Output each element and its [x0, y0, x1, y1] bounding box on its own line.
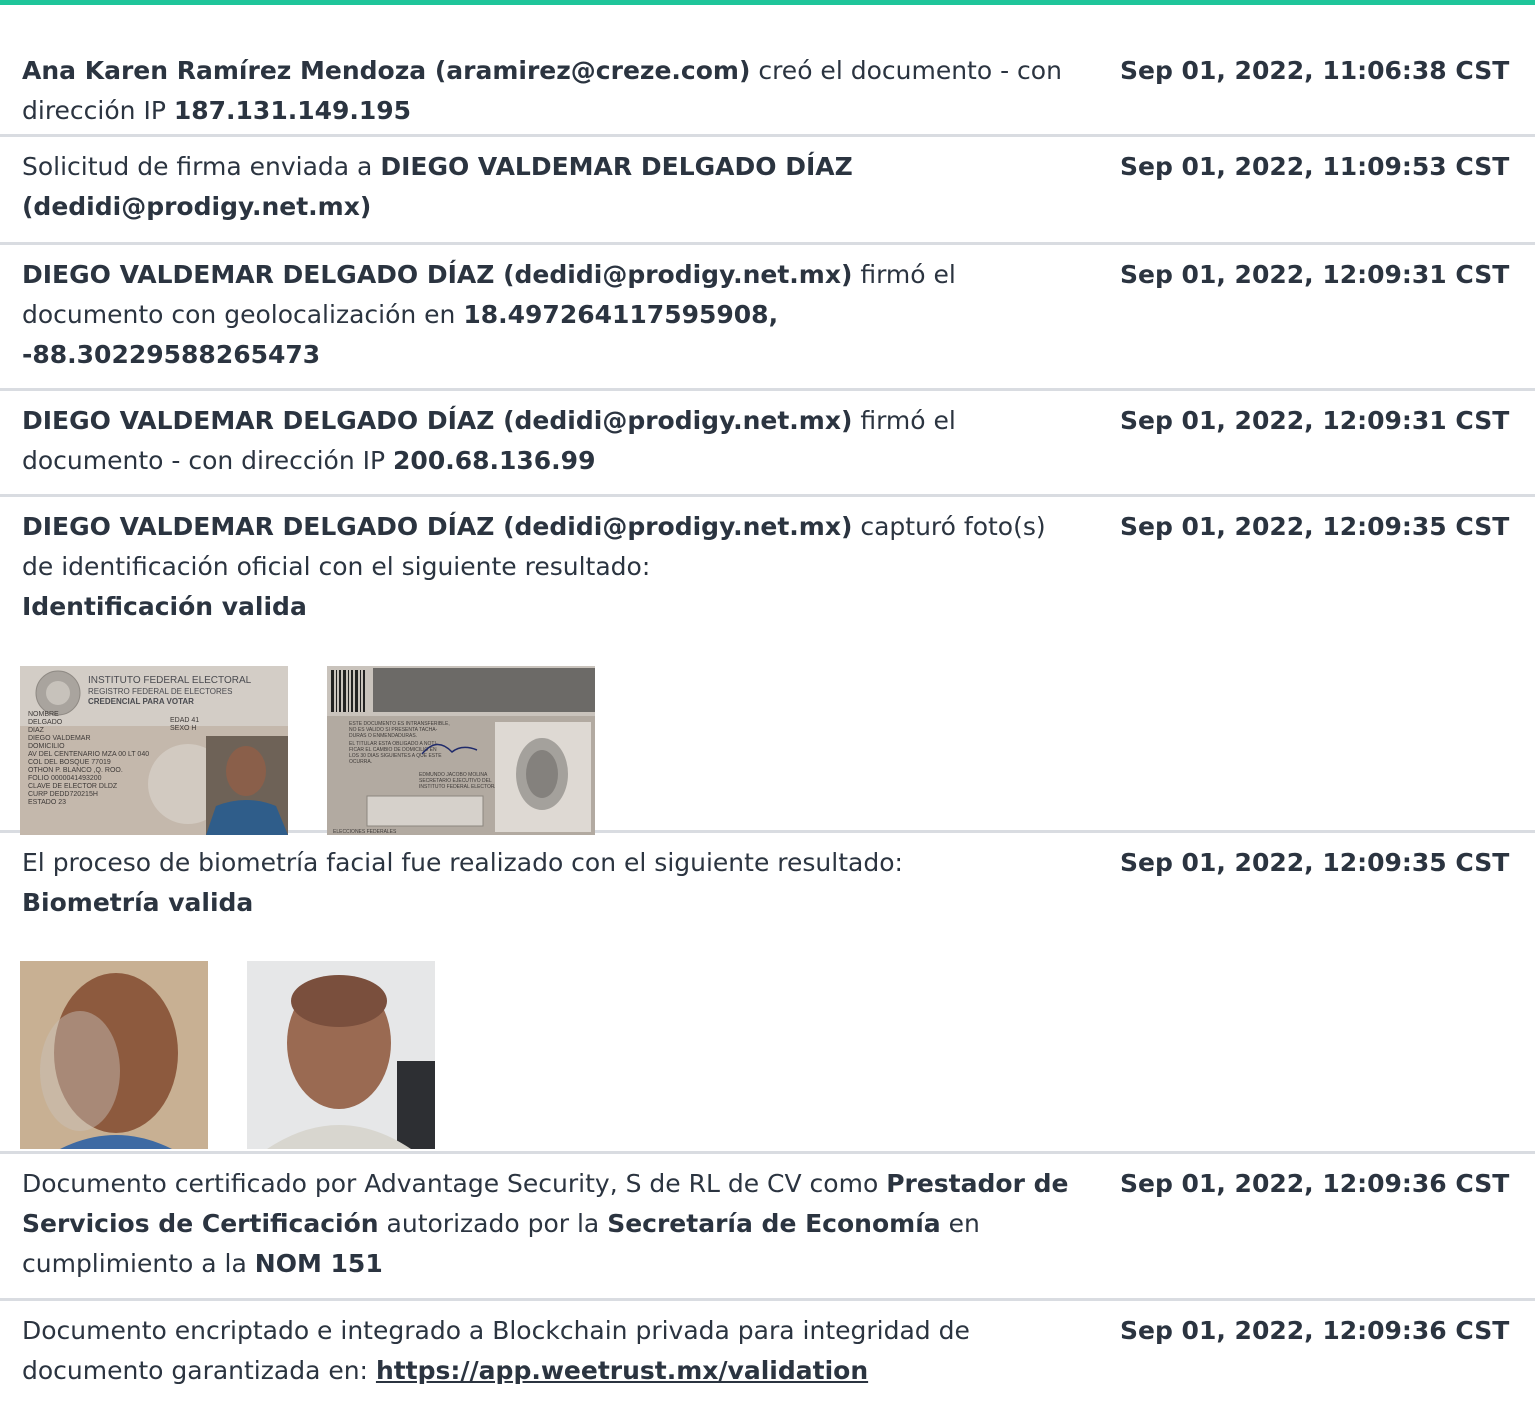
svg-text:INSTITUTO FEDERAL ELECTORAL: INSTITUTO FEDERAL ELECTORAL [419, 784, 501, 790]
authority: Secretaría de Economía [607, 1209, 941, 1238]
svg-text:SEXO H: SEXO H [170, 725, 196, 732]
id-front-photo: INSTITUTO FEDERAL ELECTORAL REGISTRO FED… [20, 666, 288, 835]
log-entry: El proceso de biometría facial fue reali… [0, 833, 1535, 1154]
id-title-1: INSTITUTO FEDERAL ELECTORAL [88, 675, 252, 686]
svg-text:ESTADO 23: ESTADO 23 [28, 799, 66, 806]
log-entry: Documento encriptado e integrado a Block… [0, 1301, 1535, 1405]
svg-text:DURAS O ENMENDADURAS.: DURAS O ENMENDADURAS. [349, 733, 417, 739]
entry-timestamp: Sep 01, 2022, 11:06:38 CST [1120, 56, 1510, 85]
entry-timestamp: Sep 01, 2022, 12:09:31 CST [1120, 406, 1510, 435]
svg-text:OTHON P. BLANCO ,Q. ROO.: OTHON P. BLANCO ,Q. ROO. [28, 767, 123, 774]
entry-text: DIEGO VALDEMAR DELGADO DÍAZ (dedidi@prod… [22, 255, 982, 375]
actor: Ana Karen Ramírez Mendoza (aramirez@crez… [22, 56, 751, 85]
log-entry: Solicitud de firma enviada a DIEGO VALDE… [0, 137, 1535, 245]
svg-text:CURP DEDD720215H: CURP DEDD720215H [28, 791, 98, 798]
norm: NOM 151 [254, 1249, 383, 1278]
top-accent-bar [0, 0, 1535, 5]
svg-text:DIEGO VALDEMAR: DIEGO VALDEMAR [28, 735, 91, 742]
audit-log: Ana Karen Ramírez Mendoza (aramirez@crez… [0, 41, 1535, 1405]
entry-timestamp: Sep 01, 2022, 12:09:35 CST [1120, 512, 1510, 541]
entry-timestamp: Sep 01, 2022, 12:09:35 CST [1120, 848, 1510, 877]
entry-text: Documento encriptado e integrado a Block… [22, 1311, 1022, 1391]
svg-text:EDAD 41: EDAD 41 [170, 717, 199, 724]
entry-text: DIEGO VALDEMAR DELGADO DÍAZ (dedidi@prod… [22, 507, 1082, 627]
entry-timestamp: Sep 01, 2022, 12:09:36 CST [1120, 1316, 1510, 1345]
entry-text: Solicitud de firma enviada a DIEGO VALDE… [22, 147, 922, 227]
log-entry: DIEGO VALDEMAR DELGADO DÍAZ (dedidi@prod… [0, 245, 1535, 391]
signer: DIEGO VALDEMAR DELGADO DÍAZ (dedidi@prod… [22, 512, 853, 541]
action-text: Documento certificado por Advantage Secu… [22, 1169, 887, 1198]
action-text: autorizado por la [378, 1209, 608, 1238]
svg-text:COL DEL BOSQUE 77019: COL DEL BOSQUE 77019 [28, 759, 111, 766]
log-entry: Ana Karen Ramírez Mendoza (aramirez@crez… [0, 41, 1535, 137]
svg-text:OCURRA.: OCURRA. [349, 759, 372, 765]
log-entry: Documento certificado por Advantage Secu… [0, 1154, 1535, 1301]
validation-link[interactable]: https://app.weetrust.mx/validation [376, 1356, 868, 1385]
id-title-3: CREDENCIAL PARA VOTAR [88, 697, 194, 706]
entry-text: Documento certificado por Advantage Secu… [22, 1164, 1082, 1284]
entry-timestamp: Sep 01, 2022, 11:09:53 CST [1120, 152, 1510, 181]
svg-text:DOMICILIO: DOMICILIO [28, 743, 65, 750]
entry-text: El proceso de biometría facial fue reali… [22, 843, 1092, 923]
svg-text:DELGADO: DELGADO [28, 719, 63, 726]
signer: DIEGO VALDEMAR DELGADO DÍAZ (dedidi@prod… [22, 260, 853, 289]
entry-text: DIEGO VALDEMAR DELGADO DÍAZ (dedidi@prod… [22, 401, 982, 481]
svg-text:FOLIO 0000041493200: FOLIO 0000041493200 [28, 775, 102, 782]
ip-address: 200.68.136.99 [393, 446, 596, 475]
log-entry: DIEGO VALDEMAR DELGADO DÍAZ (dedidi@prod… [0, 497, 1535, 835]
svg-text:DIAZ: DIAZ [28, 727, 45, 734]
id-result: Identificación valida [22, 592, 307, 621]
log-entry: DIEGO VALDEMAR DELGADO DÍAZ (dedidi@prod… [0, 391, 1535, 497]
signer: DIEGO VALDEMAR DELGADO DÍAZ (dedidi@prod… [22, 406, 853, 435]
id-face-crop-photo [20, 961, 208, 1149]
id-title-2: REGISTRO FEDERAL DE ELECTORES [88, 687, 232, 696]
action-text: El proceso de biometría facial fue reali… [22, 848, 903, 877]
action-text: Solicitud de firma enviada a [22, 152, 381, 181]
svg-text:AV DEL CENTENARIO MZA 00 LT 04: AV DEL CENTENARIO MZA 00 LT 040 [28, 751, 149, 758]
ip-address: 187.131.149.195 [173, 96, 412, 125]
selfie-photo [247, 961, 435, 1149]
entry-timestamp: Sep 01, 2022, 12:09:31 CST [1120, 260, 1510, 289]
svg-text:CLAVE DE ELECTOR DLDZ: CLAVE DE ELECTOR DLDZ [28, 783, 118, 790]
id-back-photo: ESTE DOCUMENTO ES INTRANSFERIBLE, NO ES … [327, 666, 595, 835]
entry-timestamp: Sep 01, 2022, 12:09:36 CST [1120, 1169, 1510, 1198]
biometric-result: Biometría valida [22, 888, 254, 917]
svg-text:NOMBRE: NOMBRE [28, 711, 59, 718]
entry-text: Ana Karen Ramírez Mendoza (aramirez@crez… [22, 51, 1092, 131]
